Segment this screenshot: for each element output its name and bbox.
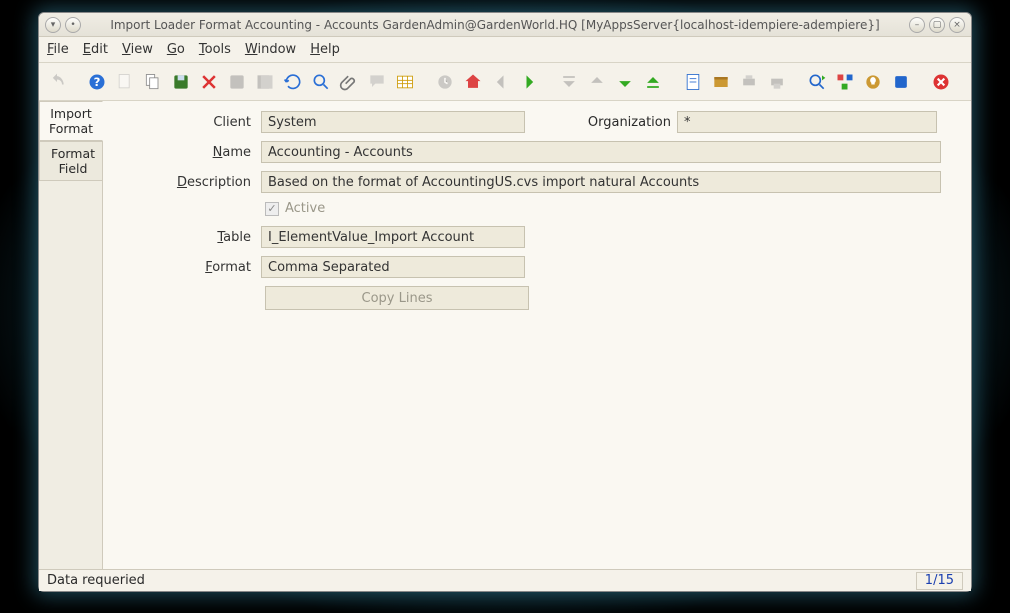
workflow-icon[interactable]	[833, 70, 857, 94]
delete-selection-icon[interactable]	[225, 70, 249, 94]
refresh-all-icon[interactable]	[281, 70, 305, 94]
detail-down-icon[interactable]	[613, 70, 637, 94]
print-icon[interactable]	[765, 70, 789, 94]
active-label: Active	[285, 201, 325, 216]
undo-icon[interactable]	[45, 70, 69, 94]
parent-first-icon[interactable]	[557, 70, 581, 94]
menu-help[interactable]: Help	[310, 42, 340, 57]
client-label: Client	[115, 115, 255, 130]
requests-icon[interactable]	[861, 70, 885, 94]
content-area: Import Format Format Field Client System…	[39, 101, 971, 569]
save-icon[interactable]	[169, 70, 193, 94]
active-checkbox[interactable]: ✓	[265, 202, 279, 216]
titlebar: ▾ • Import Loader Format Accounting - Ac…	[39, 13, 971, 37]
minimize-button[interactable]: –	[909, 17, 925, 33]
active-row: ✓ Active	[265, 201, 959, 216]
organization-label: Organization	[571, 115, 671, 130]
name-label: Name	[115, 145, 255, 160]
menu-go[interactable]: Go	[167, 42, 185, 57]
home-icon[interactable]	[461, 70, 485, 94]
menubar: File Edit View Go Tools Window Help	[39, 37, 971, 63]
product-info-icon[interactable]	[889, 70, 913, 94]
client-field[interactable]: System	[261, 111, 525, 133]
menu-view[interactable]: View	[122, 42, 153, 57]
tab-import-format[interactable]: Import Format	[39, 101, 103, 141]
menu-edit[interactable]: Edit	[83, 42, 108, 57]
tab-format-field[interactable]: Format Field	[39, 141, 102, 181]
menu-tools[interactable]: Tools	[199, 42, 231, 57]
format-label: Format	[115, 260, 255, 275]
toolbar: ?	[39, 63, 971, 101]
window-title: Import Loader Format Accounting - Accoun…	[81, 18, 909, 32]
status-message: Data requeried	[47, 573, 916, 588]
tab-format-field-label: Format Field	[51, 146, 95, 176]
window-menu-button[interactable]: ▾	[45, 17, 61, 33]
chat-icon[interactable]	[365, 70, 389, 94]
svg-text:?: ?	[94, 75, 101, 89]
organization-field[interactable]: *	[677, 111, 937, 133]
table-label: Table	[115, 230, 255, 245]
detail-last-icon[interactable]	[641, 70, 665, 94]
description-label: Description	[115, 175, 255, 190]
side-tabs: Import Format Format Field	[39, 101, 103, 569]
close-icon[interactable]	[929, 70, 953, 94]
statusbar: Data requeried 1/15	[39, 569, 971, 591]
menu-file[interactable]: File	[47, 42, 69, 57]
help-icon[interactable]: ?	[85, 70, 109, 94]
zoom-across-icon[interactable]	[805, 70, 829, 94]
find-icon[interactable]	[309, 70, 333, 94]
table-field[interactable]: I_ElementValue_Import Account	[261, 226, 525, 248]
close-window-button[interactable]: ×	[949, 17, 965, 33]
window-pin-button[interactable]: •	[65, 17, 81, 33]
report-icon[interactable]	[681, 70, 705, 94]
tab-import-format-label: Import Format	[49, 106, 93, 136]
copy-lines-button[interactable]: Copy Lines	[265, 286, 529, 310]
description-field[interactable]: Based on the format of AccountingUS.cvs …	[261, 171, 941, 193]
back-icon[interactable]	[489, 70, 513, 94]
attachment-icon[interactable]	[337, 70, 361, 94]
app-window: ▾ • Import Loader Format Accounting - Ac…	[38, 12, 972, 592]
save-changes-icon[interactable]	[253, 70, 277, 94]
parent-up-icon[interactable]	[585, 70, 609, 94]
new-icon[interactable]	[113, 70, 137, 94]
name-field[interactable]: Accounting - Accounts	[261, 141, 941, 163]
archive-icon[interactable]	[709, 70, 733, 94]
copy-icon[interactable]	[141, 70, 165, 94]
format-field[interactable]: Comma Separated	[261, 256, 525, 278]
grid-icon[interactable]	[393, 70, 417, 94]
forward-icon[interactable]	[517, 70, 541, 94]
delete-icon[interactable]	[197, 70, 221, 94]
record-position[interactable]: 1/15	[916, 572, 963, 590]
history-icon[interactable]	[433, 70, 457, 94]
form-panel: Client System Organization * Name Accoun…	[103, 101, 971, 569]
menu-window[interactable]: Window	[245, 42, 296, 57]
print-preview-icon[interactable]	[737, 70, 761, 94]
maximize-button[interactable]: ▢	[929, 17, 945, 33]
